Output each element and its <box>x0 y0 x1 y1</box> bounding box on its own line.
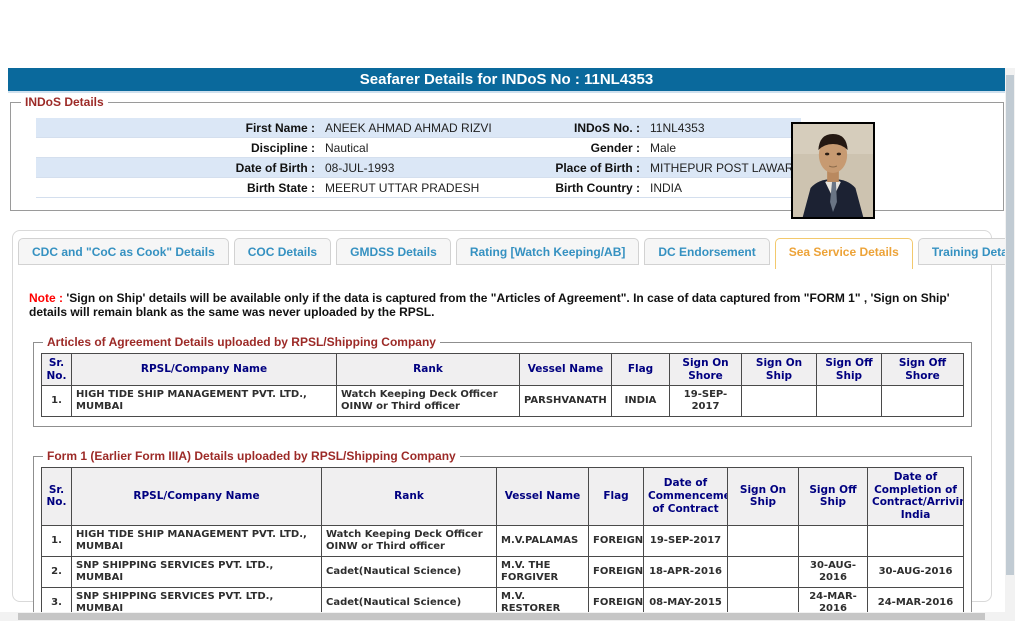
tab-dc-endorsement[interactable]: DC Endorsement <box>644 238 770 265</box>
tab-training-details[interactable]: Training Details <box>917 238 1015 265</box>
birth-state-value: MEERUT UTTAR PRADESH <box>325 181 480 195</box>
cell-date-commencement: 19-SEP-2017 <box>643 524 728 557</box>
indos-details-section: INDoS Details First Name : ANEEK AHMAD A… <box>10 95 1004 219</box>
form1-section: Form 1 (Earlier Form IIIA) Details uploa… <box>33 449 972 621</box>
place-of-birth-label: Place of Birth : <box>555 161 640 175</box>
note-body: 'Sign on Ship' details will be available… <box>29 291 950 319</box>
indos-row-1: First Name : ANEEK AHMAD AHMAD RIZVI IND… <box>36 118 801 138</box>
horizontal-scrollbar-thumb[interactable] <box>18 613 985 620</box>
col-sign-off-shore: Sign Off Shore <box>881 352 964 387</box>
birth-country-value: INDIA <box>650 181 683 195</box>
indos-no-value: 11NL4353 <box>650 121 705 135</box>
cell-vessel: M.V.PALAMAS <box>496 524 589 557</box>
cell-sign-off-ship <box>816 385 882 418</box>
cell-sign-on-shore: 19-SEP-2017 <box>669 385 742 418</box>
col-flag: Flag <box>611 352 670 387</box>
form1-table-row: 2. SNP SHIPPING SERVICES PVT. LTD., MUMB… <box>41 555 964 588</box>
form1-table-row: 1. HIGH TIDE SHIP MANAGEMENT PVT. LTD., … <box>41 524 964 557</box>
col-rank: Rank <box>336 352 520 387</box>
indos-row-3: Date of Birth : 08-JUL-1993 Place of Bir… <box>36 158 801 178</box>
col-sign-off-ship: Sign Off Ship <box>816 352 882 387</box>
page-title: Seafarer Details for INDoS No : 11NL4353 <box>359 71 654 88</box>
tab-bar: CDC and "CoC as Cook" Details COC Detail… <box>18 238 1015 269</box>
cell-sign-off-ship <box>798 524 868 557</box>
horizontal-scrollbar[interactable] <box>0 612 1015 621</box>
form1-table: Sr. No. RPSL/Company Name Rank Vessel Na… <box>41 467 964 619</box>
date-of-birth-label: Date of Birth : <box>235 161 315 175</box>
col-flag: Flag <box>588 467 644 526</box>
cell-sr-no: 1. <box>41 385 72 418</box>
seafarer-photo <box>791 122 875 219</box>
form1-legend: Form 1 (Earlier Form IIIA) Details uploa… <box>47 449 456 464</box>
cell-date-completion <box>867 524 964 557</box>
cell-rank: Watch Keeping Deck Officer OINW or Third… <box>321 524 497 557</box>
indos-no-label: INDoS No. : <box>574 121 640 135</box>
cell-company: HIGH TIDE SHIP MANAGEMENT PVT. LTD., MUM… <box>71 385 337 418</box>
tab-gmdss-details[interactable]: GMDSS Details <box>336 238 451 265</box>
col-sign-on-ship: Sign On Ship <box>727 467 799 526</box>
col-rpsl-company-name: RPSL/Company Name <box>71 467 322 526</box>
col-vessel-name: Vessel Name <box>519 352 612 387</box>
col-date-completion: Date of Completion of Contract/Arriving … <box>867 467 964 526</box>
note-prefix: Note : <box>29 291 63 305</box>
cell-sign-off-shore <box>881 385 964 418</box>
discipline-label: Discipline : <box>250 141 315 155</box>
indos-details-legend: INDoS Details <box>25 95 104 109</box>
indos-fields: First Name : ANEEK AHMAD AHMAD RIZVI IND… <box>36 118 801 198</box>
cell-sign-off-ship: 30-AUG-2016 <box>798 555 868 588</box>
indos-row-4: Birth State : MEERUT UTTAR PRADESH Birth… <box>36 178 801 198</box>
form1-header-row: Sr. No. RPSL/Company Name Rank Vessel Na… <box>41 467 964 526</box>
tab-coc-details[interactable]: COC Details <box>233 238 332 265</box>
articles-legend: Articles of Agreement Details uploaded b… <box>47 335 436 349</box>
cell-company: HIGH TIDE SHIP MANAGEMENT PVT. LTD., MUM… <box>71 524 322 557</box>
vertical-scrollbar[interactable] <box>1005 68 1015 612</box>
tab-sea-service-details[interactable]: Sea Service Details <box>774 238 913 269</box>
col-date-commencement: Date of Commencement of Contract <box>643 467 728 526</box>
cell-rank: Cadet(Nautical Science) <box>321 555 497 588</box>
articles-header-row: Sr. No. RPSL/Company Name Rank Vessel Na… <box>41 352 964 387</box>
cell-sign-on-ship <box>727 555 799 588</box>
cell-vessel: M.V. THE FORGIVER <box>496 555 589 588</box>
cell-sign-on-ship <box>727 524 799 557</box>
gender-value: Male <box>650 141 677 155</box>
note-text: Note : 'Sign on Ship' details will be av… <box>29 291 981 319</box>
vertical-scrollbar-thumb[interactable] <box>1006 75 1014 575</box>
cell-rank: Watch Keeping Deck Officer OINW or Third… <box>336 385 520 418</box>
place-of-birth-value: MITHEPUR POST LAWAR <box>650 161 794 175</box>
col-sign-on-ship: Sign On Ship <box>741 352 817 387</box>
tab-rating-watch-keeping-ab[interactable]: Rating [Watch Keeping/AB] <box>455 238 640 265</box>
discipline-value: Nautical <box>325 141 369 155</box>
gender-label: Gender : <box>590 141 640 155</box>
cell-date-commencement: 18-APR-2016 <box>643 555 728 588</box>
cell-flag: FOREIGN <box>588 524 644 557</box>
cell-flag: FOREIGN <box>588 555 644 588</box>
cell-flag: INDIA <box>611 385 670 418</box>
col-rank: Rank <box>321 467 497 526</box>
cell-sign-on-ship <box>741 385 817 418</box>
tab-cdc-coc-cook-details[interactable]: CDC and "CoC as Cook" Details <box>18 238 229 265</box>
cell-vessel: PARSHVANATH <box>519 385 612 418</box>
portrait-graphic <box>793 124 873 217</box>
title-bar: Seafarer Details for INDoS No : 11NL4353 <box>8 68 1005 93</box>
cell-sr-no: 2. <box>41 555 72 588</box>
indos-row-2: Discipline : Nautical Gender : Male <box>36 138 801 158</box>
cell-date-completion: 30-AUG-2016 <box>867 555 964 588</box>
tab-panel: CDC and "CoC as Cook" Details COC Detail… <box>12 230 1015 621</box>
cell-company: SNP SHIPPING SERVICES PVT. LTD., MUMBAI <box>71 555 322 588</box>
articles-table-row: 1. HIGH TIDE SHIP MANAGEMENT PVT. LTD., … <box>41 385 964 418</box>
articles-of-agreement-section: Articles of Agreement Details uploaded b… <box>33 335 972 428</box>
first-name-label: First Name : <box>245 121 315 135</box>
col-sr-no: Sr. No. <box>41 352 72 387</box>
col-vessel-name: Vessel Name <box>496 467 589 526</box>
col-sign-on-shore: Sign On Shore <box>669 352 742 387</box>
col-rpsl-company-name: RPSL/Company Name <box>71 352 337 387</box>
date-of-birth-value: 08-JUL-1993 <box>325 161 395 175</box>
first-name-value: ANEEK AHMAD AHMAD RIZVI <box>325 121 492 135</box>
col-sign-off-ship: Sign Off Ship <box>798 467 868 526</box>
birth-state-label: Birth State : <box>246 181 315 195</box>
birth-country-label: Birth Country : <box>555 181 640 195</box>
articles-table: Sr. No. RPSL/Company Name Rank Vessel Na… <box>41 352 964 418</box>
col-sr-no: Sr. No. <box>41 467 72 526</box>
cell-sr-no: 1. <box>41 524 72 557</box>
